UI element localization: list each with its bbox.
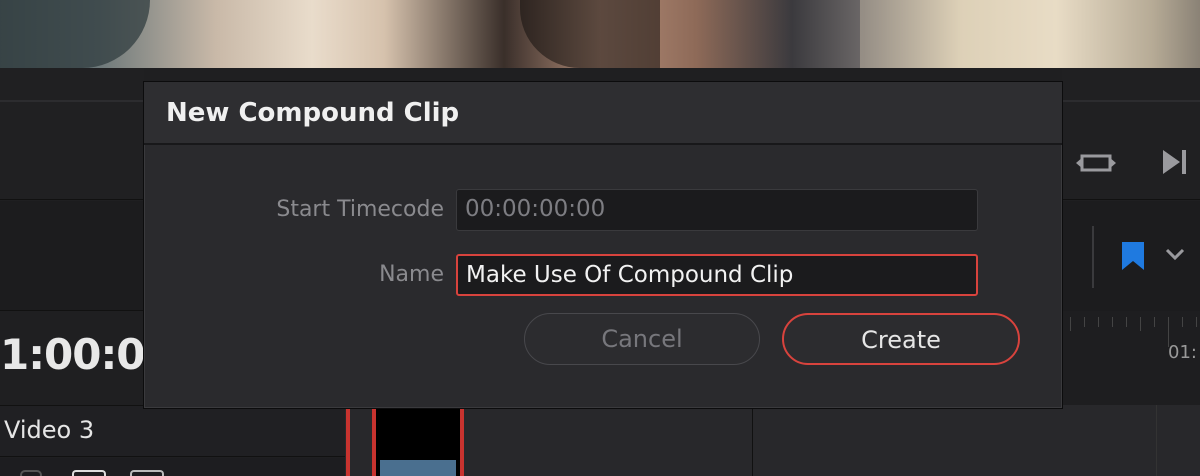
create-button[interactable]: Create	[782, 313, 1020, 365]
left-tools-panel	[0, 201, 144, 311]
name-field[interactable]: Make Use Of Compound Clip	[456, 254, 978, 296]
track-name: Video 3	[4, 416, 95, 444]
viewer-shade	[0, 0, 150, 68]
left-toolbar-panel	[0, 68, 144, 200]
ruler-timecode-label: 01:	[1168, 342, 1197, 363]
track-divider	[752, 405, 753, 476]
timeline-timecode: 1:00:00	[0, 330, 144, 379]
start-timecode-label: Start Timecode	[276, 197, 444, 222]
right-toolbar-panel	[1062, 68, 1200, 200]
clip-audio-strip	[380, 460, 456, 476]
toolbar-separator	[1092, 226, 1094, 288]
cancel-button[interactable]: Cancel	[524, 313, 760, 365]
flag-icon[interactable]	[1120, 240, 1146, 272]
dialog-header: New Compound Clip	[144, 82, 1062, 145]
viewer-frame	[0, 0, 1200, 68]
new-compound-clip-dialog: New Compound Clip Start Timecode 00:00:0…	[143, 81, 1063, 409]
start-timecode-field[interactable]: 00:00:00:00	[456, 189, 978, 231]
dialog-title: New Compound Clip	[166, 98, 460, 128]
selected-clip[interactable]	[372, 405, 464, 476]
viewer-shade	[520, 0, 660, 68]
selected-clip-edge[interactable]	[346, 405, 350, 476]
viewer-shade	[860, 0, 1200, 68]
timeline-track-area[interactable]	[345, 405, 1200, 476]
track-controls	[0, 458, 345, 476]
track-auto-select-button[interactable]	[72, 470, 106, 476]
name-label: Name	[379, 262, 444, 287]
loop-icon[interactable]	[1076, 148, 1116, 178]
track-lock-button[interactable]	[20, 470, 42, 476]
chevron-down-icon[interactable]	[1164, 246, 1186, 262]
track-enable-button[interactable]	[130, 470, 164, 476]
skip-to-end-icon[interactable]	[1160, 146, 1190, 178]
track-divider	[1156, 405, 1157, 476]
